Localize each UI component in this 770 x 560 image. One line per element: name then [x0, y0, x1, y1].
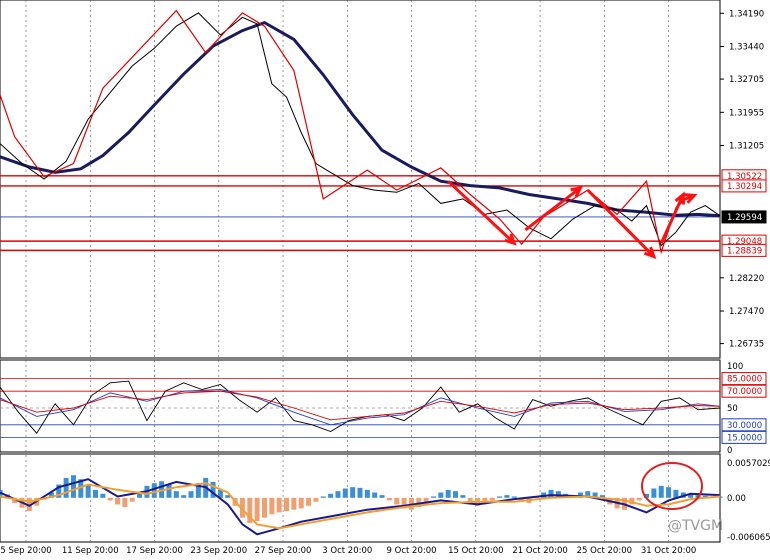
x-tick-label: 25 Oct 20:00 [577, 546, 632, 556]
macd-bar [548, 489, 554, 498]
oscillator-tag-label: 85.0000 [727, 375, 762, 385]
macd-bar [342, 488, 348, 498]
oscillator-tag-label: 15.0000 [727, 433, 762, 443]
macd-bar [364, 489, 370, 498]
macd-bar [173, 491, 179, 498]
macd-bar [335, 491, 341, 498]
macd-bar [129, 497, 135, 502]
macd-bar [386, 497, 392, 501]
trading-chart: 1.341901.334401.327051.319551.312051.305… [0, 0, 770, 560]
macd-bar [85, 484, 91, 498]
price-tick-label: 1.31955 [729, 108, 764, 118]
macd-bar [350, 487, 356, 498]
macd-bar [254, 497, 260, 521]
macd-bar [636, 497, 642, 501]
price-tick-label: 1.27470 [729, 307, 764, 317]
macd-bar [313, 497, 319, 502]
macd-bar [100, 493, 106, 498]
macd-bar [166, 484, 172, 498]
macd-bar [438, 492, 444, 498]
macd-bar [269, 497, 275, 515]
macd-bar [453, 491, 459, 498]
macd-bar [658, 485, 664, 498]
price-tick-label: 1.31205 [729, 142, 764, 152]
macd-bar [261, 497, 267, 518]
macd-bar [489, 497, 495, 501]
oscillator-tick-label: 50 [727, 404, 738, 414]
time-axis: 5 Sep 20:00 11 Sep 20:00 17 Sep 20:00 23 Se… [0, 546, 696, 556]
oscillator-tick-label: 100 [727, 362, 743, 372]
price-tick-label: 1.26735 [729, 340, 764, 350]
macd-bar [320, 496, 326, 498]
macd-bar [284, 497, 290, 512]
macd-bar [298, 497, 304, 509]
price-tick-label: 1.32705 [729, 75, 764, 85]
macd-bar [445, 489, 451, 498]
macd-bar [306, 497, 312, 506]
macd-bar [430, 496, 436, 498]
macd-bar [460, 495, 466, 498]
price-tag-label: 1.28839 [727, 246, 762, 256]
macd-bar [70, 475, 76, 498]
oscillator-tag-label: 30.0000 [727, 421, 762, 431]
macd-bar [666, 487, 672, 498]
macd-bar [673, 489, 679, 498]
price-tick-label: 1.33440 [729, 43, 764, 53]
macd-bar [93, 489, 99, 498]
watermark-text: @TVGM [668, 518, 723, 534]
oscillator-tick-label: 0 [727, 446, 732, 456]
macd-tick-label: -0.0060658 [727, 533, 770, 543]
x-tick-label: 3 Oct 20:00 [322, 546, 372, 556]
macd-bar [291, 497, 297, 510]
macd-bar [181, 495, 187, 498]
macd-bar [276, 497, 282, 513]
price-tick-label: 1.34190 [729, 9, 764, 19]
macd-bar [504, 495, 510, 498]
x-tick-label: 17 Sep 20:00 [126, 546, 183, 556]
macd-tick-label: 0.0057029 [727, 459, 770, 469]
macd-tick-label: 0.00 [727, 494, 746, 504]
chart-background [0, 0, 770, 560]
x-tick-label: 5 Sep 20:00 [0, 546, 51, 556]
price-tag-label: 1.30294 [727, 182, 762, 192]
macd-bar [497, 496, 503, 498]
macd-bar [651, 488, 657, 498]
x-tick-label: 31 Oct 20:00 [641, 546, 696, 556]
x-tick-label: 9 Oct 20:00 [387, 546, 437, 556]
macd-bar [188, 491, 194, 498]
x-tick-label: 27 Sep 20:00 [255, 546, 312, 556]
macd-bar [63, 477, 69, 498]
macd-bar [394, 497, 400, 505]
oscillator-tag-label: 70.0000 [727, 387, 762, 397]
x-tick-label: 11 Sep 20:00 [62, 546, 119, 556]
macd-bar [115, 497, 121, 505]
macd-bar [151, 483, 157, 498]
x-tick-label: 21 Oct 20:00 [512, 546, 567, 556]
x-tick-label: 15 Oct 20:00 [448, 546, 503, 556]
price-tag-label: 1.29594 [727, 213, 762, 223]
macd-bar [379, 495, 385, 498]
macd-bar [511, 496, 517, 498]
macd-bar [122, 497, 128, 508]
macd-bar [328, 493, 334, 498]
macd-bar [372, 492, 378, 498]
x-tick-label: 23 Sep 20:00 [190, 546, 247, 556]
macd-bar [357, 487, 363, 498]
price-tick-label: 1.28220 [729, 274, 764, 284]
macd-bar [107, 497, 113, 501]
